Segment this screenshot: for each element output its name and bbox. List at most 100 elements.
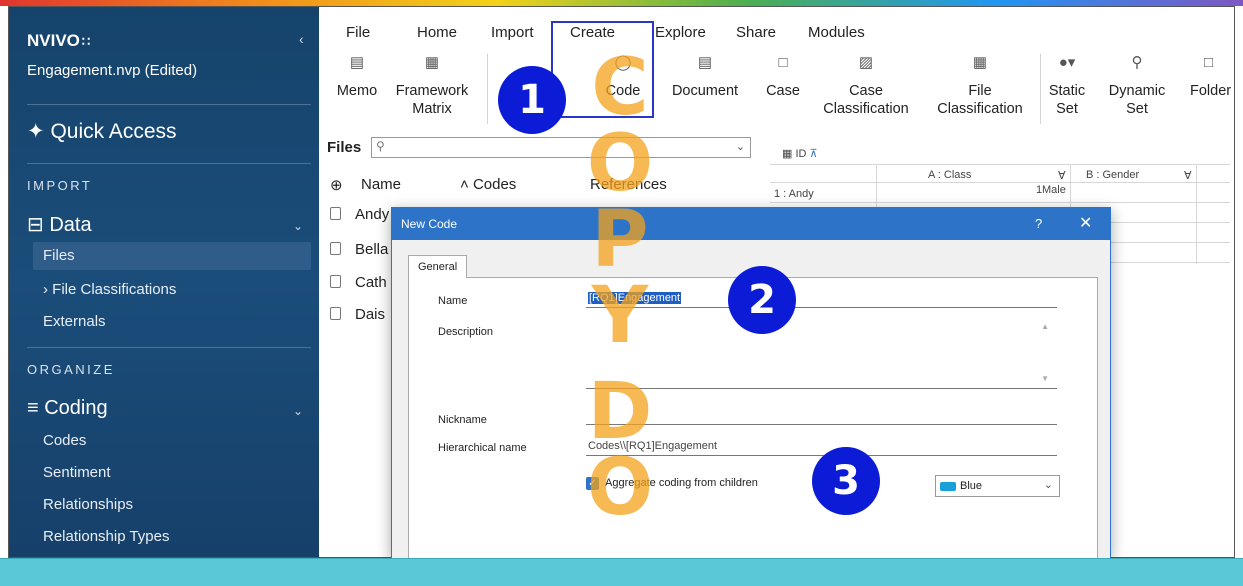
folder-icon: □ [1204, 54, 1214, 71]
sidebar-item-relationships[interactable]: Relationships [33, 491, 311, 519]
files-toolbar: Files ⚲ ⌄ [320, 132, 765, 162]
chevron-down-icon[interactable]: ⌄ [293, 404, 303, 418]
menu-modules[interactable]: Modules [808, 24, 865, 41]
divider [27, 163, 311, 164]
scroll-up-icon[interactable]: ▲ [1041, 322, 1049, 331]
chevron-down-icon[interactable]: ⌄ [736, 140, 745, 153]
step-1-marker: 1 [498, 66, 566, 134]
sidebar-item-files[interactable]: Files [33, 242, 311, 270]
menu-explore[interactable]: Explore [655, 24, 706, 41]
quick-access[interactable]: ✦ Quick Access [27, 119, 177, 144]
hierarchical-name-value: Codes\\[RQ1]Engagement [588, 440, 718, 452]
list-item[interactable]: Andy [330, 206, 389, 223]
description-label: Description [438, 326, 494, 338]
app-logo-icon: ∷ [81, 34, 91, 49]
file-icon [330, 307, 341, 320]
ribbon-separator [487, 54, 488, 124]
column-header-gender[interactable]: B : Gender [1086, 169, 1139, 181]
case-button[interactable]: □ Case [760, 54, 806, 100]
scroll-down-icon[interactable]: ▼ [1041, 374, 1049, 383]
filter-icon[interactable]: ∀ [1058, 169, 1066, 182]
case-classification-button[interactable]: ▨ Case Classification [814, 54, 918, 118]
name-field[interactable]: [RQ1]Engagement [586, 290, 1057, 308]
name-label: Name [438, 295, 468, 307]
coding-group-header[interactable]: ≡ Coding [27, 397, 108, 420]
framework-matrix-button[interactable]: ▦ Framework Matrix [389, 54, 475, 118]
divider [27, 104, 311, 105]
grid-icon: ▦ [782, 148, 793, 160]
nickname-label: Nickname [438, 414, 487, 426]
sidebar-item-codes[interactable]: Codes [33, 427, 311, 455]
grid-row-id[interactable]: 1 : Andy [774, 188, 814, 200]
add-column-icon[interactable]: ⊕ [330, 176, 343, 194]
column-header-codes[interactable]: ˄ Codes [460, 176, 516, 193]
case-classification-label-1: Case [849, 83, 883, 99]
list-item[interactable]: Dais [330, 306, 385, 323]
menu-file[interactable]: File [346, 24, 370, 41]
sort-icon: ˄ [460, 176, 469, 193]
grid-line [770, 182, 1230, 183]
dynamic-set-button[interactable]: ⚲ Dynamic Set [1102, 54, 1172, 118]
grid-id-header[interactable]: ▦ ID ⊼ [782, 147, 818, 160]
files-search-input[interactable]: ⚲ ⌄ [371, 137, 751, 158]
memo-icon: ▤ [349, 54, 365, 71]
grid-cell-gender[interactable]: Male [1042, 184, 1066, 196]
tab-general[interactable]: General [408, 255, 467, 278]
color-value: Blue [960, 480, 983, 492]
nickname-field[interactable] [586, 407, 1057, 425]
filter-icon[interactable]: ∀ [1184, 169, 1192, 182]
folder-label: Folder [1190, 83, 1232, 99]
organize-heading: ORGANIZE [27, 362, 115, 377]
data-group-header[interactable]: ⊟ Data [27, 212, 92, 237]
name-value: [RQ1]Engagement [588, 292, 682, 304]
create-code-highlight [551, 21, 654, 118]
dialog-title: New Code [401, 217, 458, 231]
file-classification-label-1: File [968, 83, 992, 99]
document-button[interactable]: ▤ Document [662, 54, 748, 100]
menu-share[interactable]: Share [736, 24, 776, 41]
column-header-references[interactable]: References [590, 176, 667, 193]
sidebar-item-relationship-types[interactable]: Relationship Types [33, 523, 311, 551]
column-header-codes-label: Codes [472, 176, 517, 193]
folder-button[interactable]: □ Folder [1190, 54, 1234, 100]
sidebar-item-externals[interactable]: Externals [33, 308, 311, 336]
aggregate-label[interactable]: Aggregate coding from children [605, 477, 758, 489]
menu-import[interactable]: Import [491, 24, 534, 41]
file-classification-label-2: Classification [937, 101, 1023, 117]
pin-icon: ⊼ [809, 148, 818, 160]
menu-home[interactable]: Home [417, 24, 457, 41]
sidebar-item-file-classifications[interactable]: › File Classifications [33, 276, 311, 304]
document-label: Document [671, 83, 739, 99]
case-classification-icon: ▨ [858, 54, 874, 71]
list-item[interactable]: Cath [330, 274, 387, 291]
file-classification-button[interactable]: ▦ File Classification [926, 54, 1034, 118]
static-set-icon: ●▾ [1058, 54, 1076, 71]
file-icon [330, 242, 341, 255]
document-icon: ▤ [697, 54, 713, 71]
quick-access-label: Quick Access [50, 120, 177, 143]
column-header-name[interactable]: Name [361, 176, 401, 193]
column-header-class[interactable]: A : Class [928, 169, 971, 181]
chevron-down-icon[interactable]: ⌄ [293, 219, 303, 233]
help-icon[interactable]: ? [1035, 216, 1042, 231]
grid-line [1196, 164, 1197, 264]
file-icon [330, 207, 341, 220]
memo-button[interactable]: ▤ Memo [329, 54, 385, 100]
color-select[interactable]: Blue ⌄ [935, 475, 1060, 497]
static-set-button[interactable]: ●▾ Static Set [1044, 54, 1090, 118]
dynamic-set-label-1: Dynamic [1108, 83, 1166, 99]
close-icon[interactable]: ✕ [1079, 213, 1092, 233]
step-2-marker: 2 [728, 266, 796, 334]
grid-line [770, 202, 1230, 203]
collapse-sidebar-icon[interactable]: ‹ [299, 31, 304, 47]
data-group-label: Data [49, 214, 92, 236]
list-item[interactable]: Bella [330, 241, 388, 258]
framework-label-1: Framework [395, 83, 469, 99]
description-field[interactable]: ▲ ▼ [586, 318, 1057, 389]
aggregate-checkbox[interactable]: ✓ [586, 477, 599, 490]
sidebar-item-sentiment[interactable]: Sentiment [33, 459, 311, 487]
static-set-label-1: Static [1048, 83, 1086, 99]
file-name: Cath [355, 274, 387, 291]
files-title: Files [327, 139, 362, 156]
data-icon: ⊟ [27, 214, 44, 236]
